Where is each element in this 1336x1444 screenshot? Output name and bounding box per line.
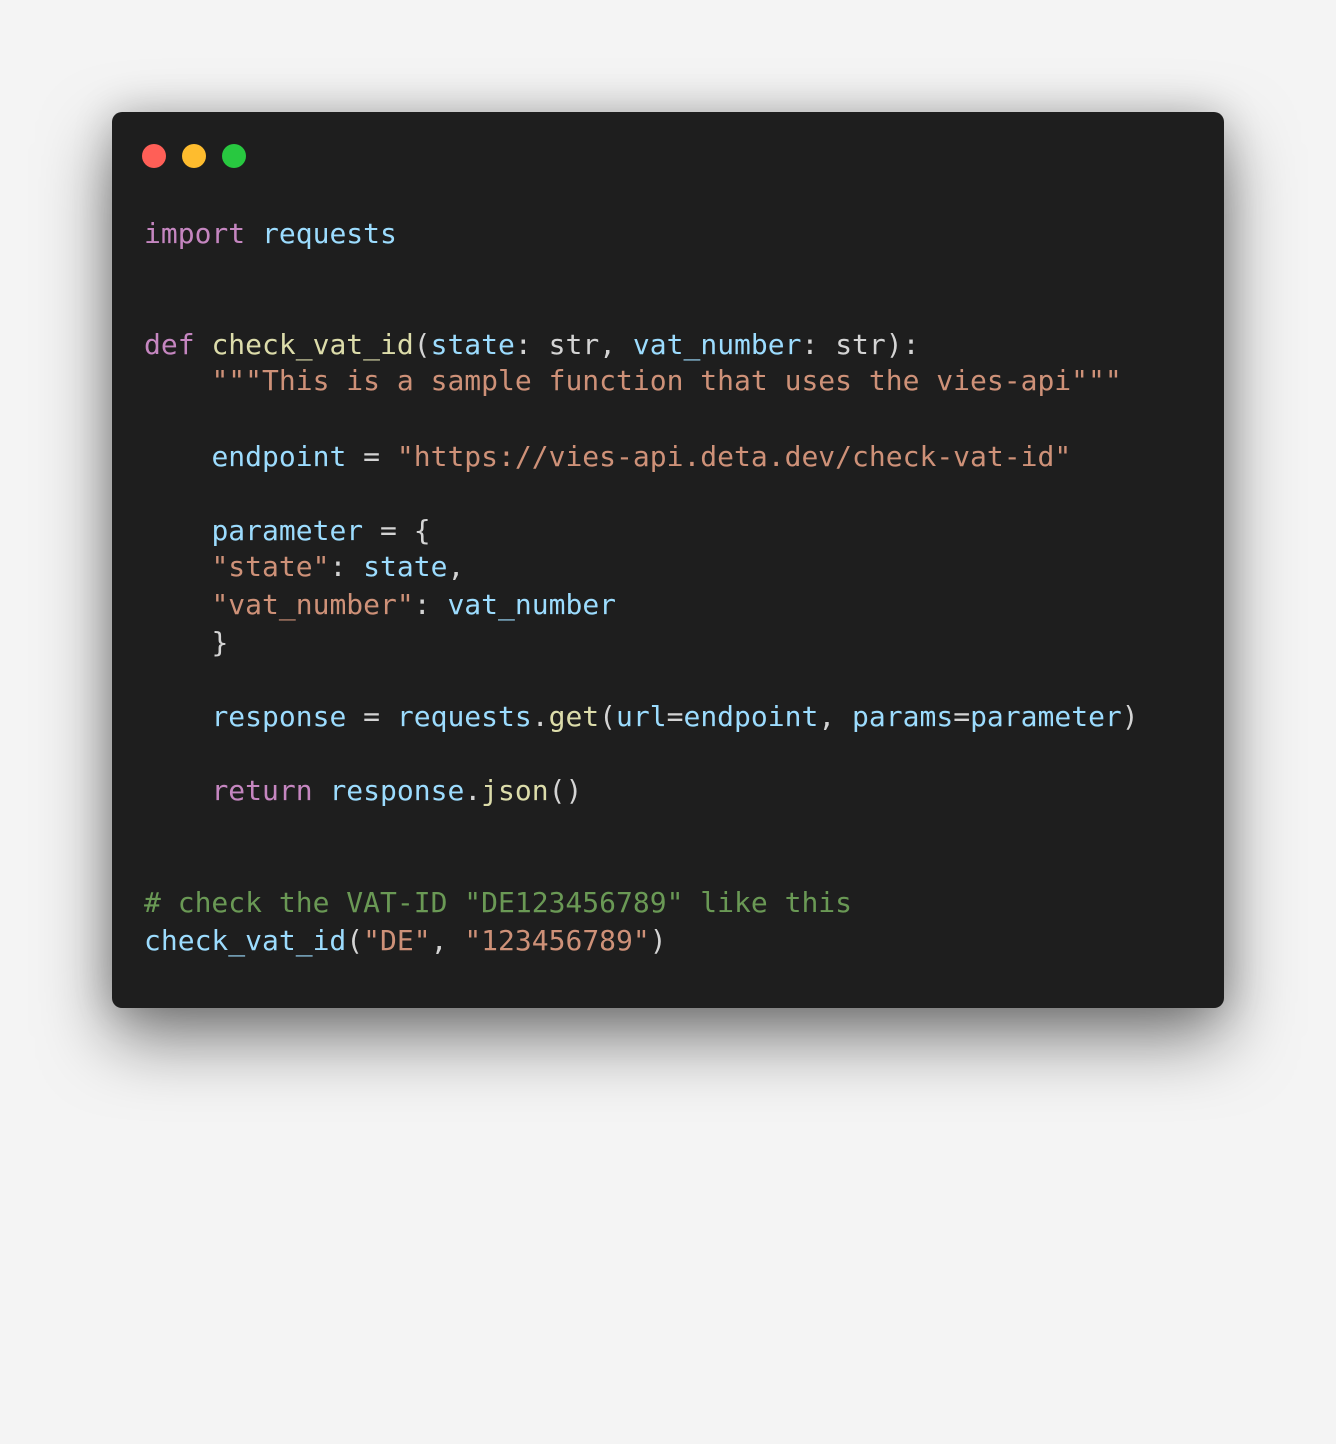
comment: # check the VAT-ID "DE123456789" like th… — [144, 886, 853, 919]
dict-value: vat_number — [447, 588, 617, 621]
punctuation: ( — [346, 924, 364, 957]
string-literal: "123456789" — [464, 924, 650, 957]
keyword-argument: url — [616, 700, 667, 733]
code-line-comment: # check the VAT-ID "DE123456789" like th… — [144, 885, 852, 921]
punctuation: : — [329, 550, 364, 583]
variable-name: response — [211, 700, 347, 733]
punctuation: ) — [649, 924, 667, 957]
dict-value: state — [363, 550, 448, 583]
code-line-brace-close: } — [144, 625, 228, 661]
string-literal: "https://vies-api.deta.dev/check-vat-id" — [396, 440, 1072, 473]
keyword: def — [144, 328, 195, 361]
punctuation: ( — [599, 700, 617, 733]
punctuation: ( — [413, 328, 431, 361]
type-annotation: : str, — [514, 328, 633, 361]
code-block: import requests def check_vat_id(state: … — [144, 112, 1139, 1444]
type-annotation: : str): — [801, 328, 920, 361]
code-line-return: return response.json() — [144, 773, 582, 809]
function-call: check_vat_id — [144, 924, 347, 957]
parameter-name: vat_number — [632, 328, 802, 361]
variable-ref: parameter — [970, 700, 1122, 733]
keyword: return — [211, 774, 313, 807]
code-window: import requests def check_vat_id(state: … — [112, 112, 1224, 1008]
variable-ref: endpoint — [683, 700, 819, 733]
punctuation: , — [818, 700, 853, 733]
punctuation: } — [211, 626, 229, 659]
punctuation: , — [447, 550, 465, 583]
module-name: requests — [262, 217, 397, 250]
code-line-import: import requests — [144, 216, 397, 252]
code-line-dict-vat: "vat_number": vat_number — [144, 587, 616, 623]
code-line-call: check_vat_id("DE", "123456789") — [144, 923, 667, 959]
operator: = — [346, 440, 397, 473]
code-line-dict-state: "state": state, — [144, 549, 464, 585]
keyword: import — [144, 217, 246, 250]
punctuation: . — [531, 700, 549, 733]
punctuation: , — [430, 924, 465, 957]
code-line-docstring: """This is a sample function that uses t… — [144, 363, 1122, 399]
code-line-response: response = requests.get(url=endpoint, pa… — [144, 699, 1139, 735]
code-line-def: def check_vat_id(state: str, vat_number:… — [144, 327, 920, 363]
dict-key: "state" — [211, 550, 330, 583]
punctuation: . — [464, 774, 482, 807]
keyword-argument: params — [852, 700, 954, 733]
function-name: check_vat_id — [211, 328, 414, 361]
code-line-endpoint: endpoint = "https://vies-api.deta.dev/ch… — [144, 439, 1071, 475]
docstring: """This is a sample function that uses t… — [211, 364, 1122, 397]
operator: = — [953, 700, 971, 733]
operator: = { — [363, 514, 431, 547]
method-name: json — [481, 774, 549, 807]
parameter-name: state — [430, 328, 515, 361]
zoom-button[interactable] — [222, 144, 246, 168]
code-line-parameter: parameter = { — [144, 513, 431, 549]
punctuation: : — [413, 588, 448, 621]
operator: = — [346, 700, 397, 733]
method-name: get — [548, 700, 600, 733]
module-name: requests — [396, 700, 532, 733]
variable-ref: response — [329, 774, 465, 807]
punctuation: ) — [1121, 700, 1139, 733]
string-literal: "DE" — [363, 924, 431, 957]
punctuation: () — [548, 774, 583, 807]
operator: = — [666, 700, 684, 733]
variable-name: parameter — [211, 514, 364, 547]
dict-key: "vat_number" — [211, 588, 414, 621]
variable-name: endpoint — [211, 440, 347, 473]
